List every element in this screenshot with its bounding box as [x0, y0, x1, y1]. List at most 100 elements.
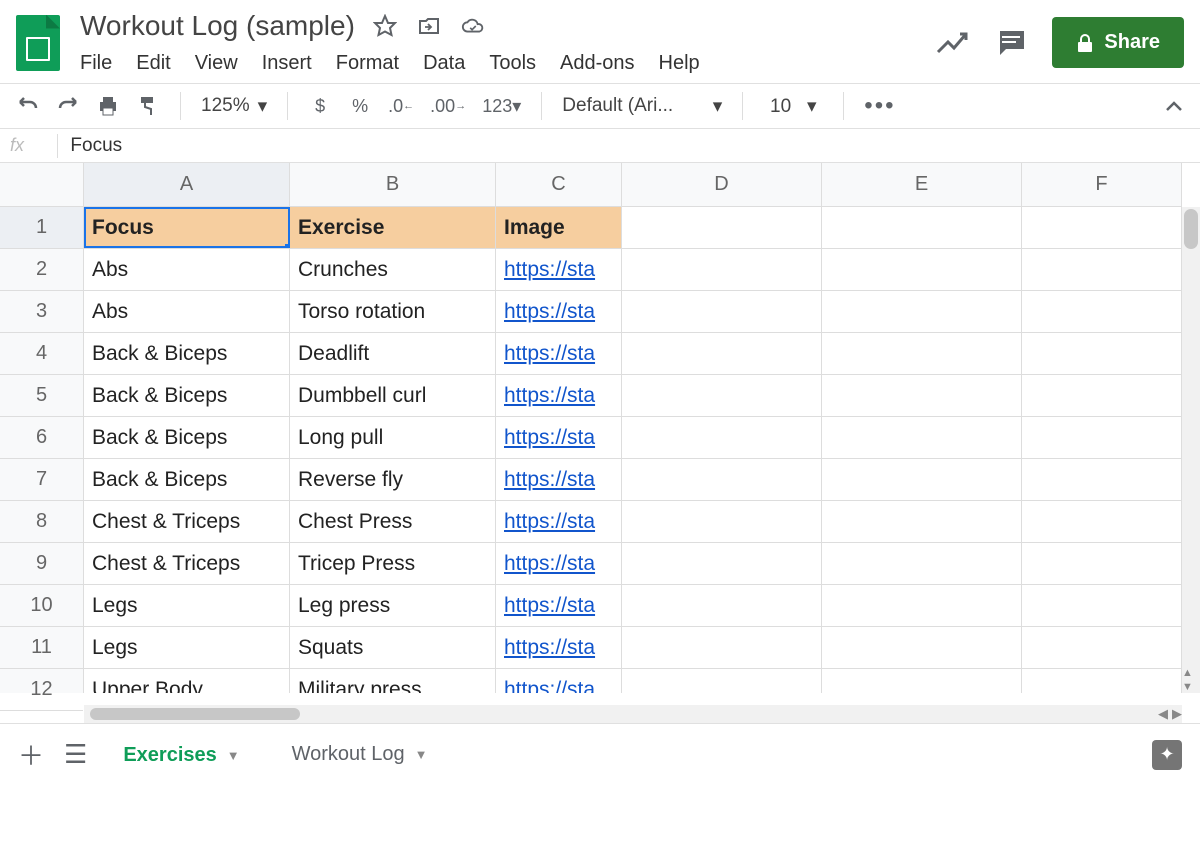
scroll-right-arrow[interactable]: ▶ — [1172, 706, 1182, 722]
row-header-7[interactable]: 7 — [0, 459, 83, 501]
cell-b3[interactable]: Torso rotation — [290, 291, 496, 332]
cell-d11[interactable] — [622, 627, 822, 668]
more-formats-button[interactable]: 123 ▾ — [482, 92, 521, 120]
cell-f8[interactable] — [1022, 501, 1182, 542]
cell-d10[interactable] — [622, 585, 822, 626]
format-currency-button[interactable]: $ — [308, 92, 332, 120]
cell-c2[interactable]: https://sta — [496, 249, 622, 290]
cell-f12[interactable] — [1022, 669, 1182, 693]
undo-button[interactable] — [16, 92, 40, 120]
cloud-status-icon[interactable] — [461, 14, 485, 38]
menu-file[interactable]: File — [80, 52, 112, 75]
cell-d1[interactable] — [622, 207, 822, 248]
cell-a7[interactable]: Back & Biceps — [84, 459, 290, 500]
redo-button[interactable] — [56, 92, 80, 120]
cell-a10[interactable]: Legs — [84, 585, 290, 626]
menu-edit[interactable]: Edit — [136, 52, 170, 75]
cell-f9[interactable] — [1022, 543, 1182, 584]
cell-a12[interactable]: Upper Body — [84, 669, 290, 693]
cell-c7[interactable]: https://sta — [496, 459, 622, 500]
collapse-toolbar-icon[interactable] — [1164, 99, 1184, 113]
scroll-down-arrow[interactable]: ▼ — [1182, 681, 1200, 693]
cell-a8[interactable]: Chest & Triceps — [84, 501, 290, 542]
cell-a9[interactable]: Chest & Triceps — [84, 543, 290, 584]
cell-b11[interactable]: Squats — [290, 627, 496, 668]
row-header-4[interactable]: 4 — [0, 333, 83, 375]
cell-f11[interactable] — [1022, 627, 1182, 668]
cell-a11[interactable]: Legs — [84, 627, 290, 668]
select-all-corner[interactable] — [0, 163, 84, 207]
menu-view[interactable]: View — [195, 52, 238, 75]
scroll-up-arrow[interactable]: ▲ — [1182, 667, 1200, 679]
cell-b5[interactable]: Dumbbell curl — [290, 375, 496, 416]
vertical-scroll-thumb[interactable] — [1184, 209, 1198, 249]
cell-a1[interactable]: Focus — [84, 207, 290, 248]
cell-c5[interactable]: https://sta — [496, 375, 622, 416]
cell-b6[interactable]: Long pull — [290, 417, 496, 458]
row-header-2[interactable]: 2 — [0, 249, 83, 291]
cell-d9[interactable] — [622, 543, 822, 584]
cell-d4[interactable] — [622, 333, 822, 374]
cell-f1[interactable] — [1022, 207, 1182, 248]
format-percent-button[interactable]: % — [348, 92, 372, 120]
row-header-5[interactable]: 5 — [0, 375, 83, 417]
cell-a4[interactable]: Back & Biceps — [84, 333, 290, 374]
row-header-9[interactable]: 9 — [0, 543, 83, 585]
cell-c8[interactable]: https://sta — [496, 501, 622, 542]
menu-tools[interactable]: Tools — [489, 52, 536, 75]
vertical-scrollbar[interactable] — [1182, 207, 1200, 693]
horizontal-scroll-thumb[interactable] — [90, 708, 300, 720]
cell-c1[interactable]: Image — [496, 207, 622, 248]
cell-e8[interactable] — [822, 501, 1022, 542]
all-sheets-button[interactable]: ☰ — [64, 739, 87, 770]
row-header-12[interactable]: 12 — [0, 669, 83, 711]
move-to-drive-icon[interactable] — [417, 14, 441, 38]
cell-e12[interactable] — [822, 669, 1022, 693]
cell-b7[interactable]: Reverse fly — [290, 459, 496, 500]
star-icon[interactable] — [373, 14, 397, 38]
cell-b9[interactable]: Tricep Press — [290, 543, 496, 584]
cell-e11[interactable] — [822, 627, 1022, 668]
font-size-dropdown[interactable]: 10 ▾ — [763, 95, 823, 118]
cell-b8[interactable]: Chest Press — [290, 501, 496, 542]
cell-f2[interactable] — [1022, 249, 1182, 290]
column-header-b[interactable]: B — [290, 163, 496, 206]
activity-icon[interactable] — [936, 30, 970, 56]
cell-d5[interactable] — [622, 375, 822, 416]
column-header-c[interactable]: C — [496, 163, 622, 206]
cell-b12[interactable]: Military press — [290, 669, 496, 693]
cell-f6[interactable] — [1022, 417, 1182, 458]
cell-d6[interactable] — [622, 417, 822, 458]
cell-b10[interactable]: Leg press — [290, 585, 496, 626]
print-button[interactable] — [96, 92, 120, 120]
document-title[interactable]: Workout Log (sample) — [80, 10, 355, 42]
cell-e4[interactable] — [822, 333, 1022, 374]
add-sheet-button[interactable]: ＋ — [18, 736, 44, 773]
explore-button[interactable]: ✦ — [1152, 740, 1182, 770]
cell-b2[interactable]: Crunches — [290, 249, 496, 290]
row-header-8[interactable]: 8 — [0, 501, 83, 543]
cell-c4[interactable]: https://sta — [496, 333, 622, 374]
column-header-a[interactable]: A — [84, 163, 290, 206]
cell-a3[interactable]: Abs — [84, 291, 290, 332]
horizontal-scrollbar[interactable] — [84, 705, 1182, 723]
cell-f5[interactable] — [1022, 375, 1182, 416]
sheets-app-icon[interactable] — [16, 15, 60, 71]
cell-b1[interactable]: Exercise — [290, 207, 496, 248]
menu-data[interactable]: Data — [423, 52, 465, 75]
formula-bar-input[interactable] — [70, 135, 1190, 157]
share-button[interactable]: Share — [1052, 17, 1184, 68]
cell-f4[interactable] — [1022, 333, 1182, 374]
cell-a2[interactable]: Abs — [84, 249, 290, 290]
cell-e6[interactable] — [822, 417, 1022, 458]
increase-decimal-button[interactable]: .00→ — [430, 92, 466, 120]
font-dropdown[interactable]: Default (Ari... ▾ — [562, 95, 722, 118]
cell-c10[interactable]: https://sta — [496, 585, 622, 626]
menu-addons[interactable]: Add-ons — [560, 52, 635, 75]
cell-b4[interactable]: Deadlift — [290, 333, 496, 374]
paint-format-button[interactable] — [136, 92, 160, 120]
menu-help[interactable]: Help — [659, 52, 700, 75]
cell-e10[interactable] — [822, 585, 1022, 626]
cell-f10[interactable] — [1022, 585, 1182, 626]
column-header-d[interactable]: D — [622, 163, 822, 206]
